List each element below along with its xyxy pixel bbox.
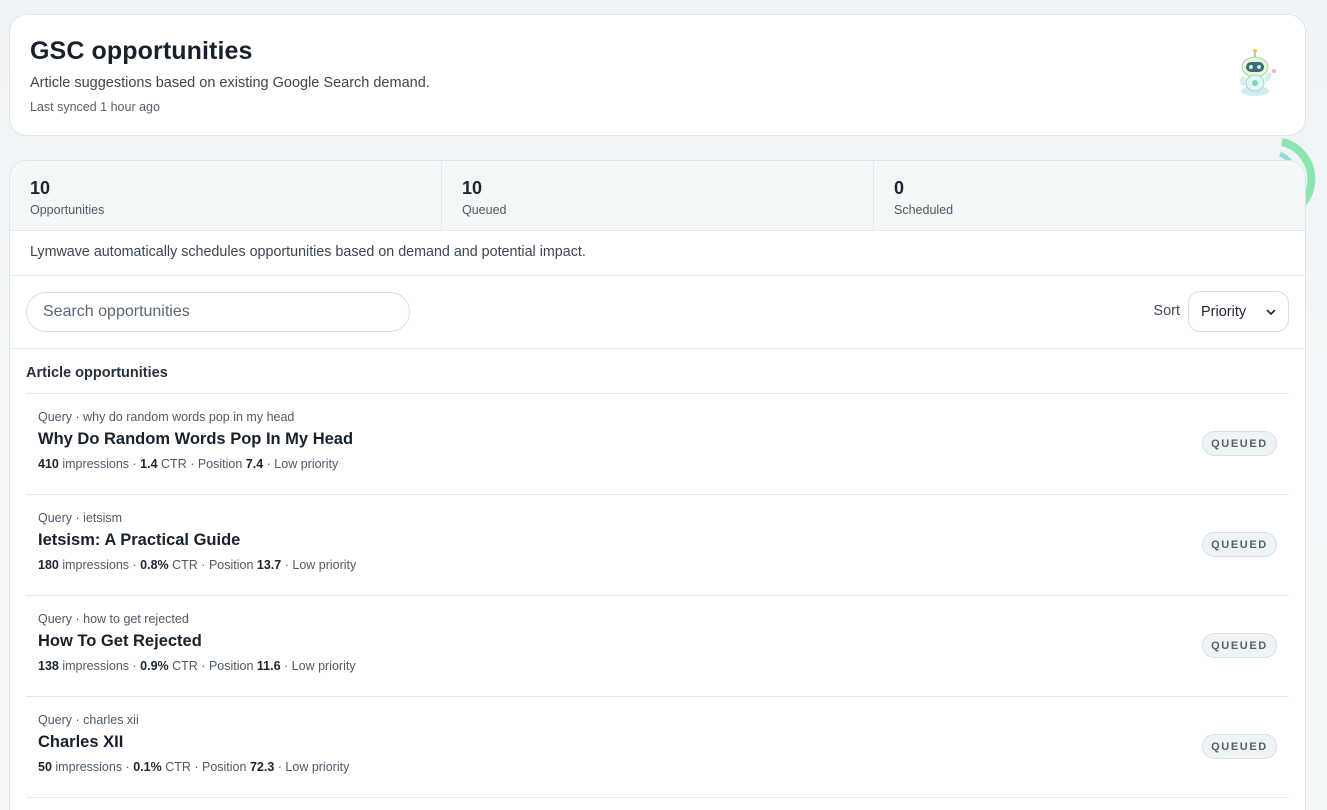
item-metrics: 180 impressions · 0.8% CTR · Position 13… [38,558,1277,572]
stat-opportunities: 10 Opportunities [10,161,442,230]
stat-value: 10 [462,178,483,198]
impressions-label: impressions · [55,760,130,774]
sort-select[interactable]: Priority [1188,291,1289,332]
stat-scheduled: 0 Scheduled [874,161,1305,230]
sort-selected-value: Priority [1201,303,1247,320]
opportunity-list: Article opportunities Query · why do ran… [10,349,1305,798]
last-synced: Last synced 1 hour ago [30,100,160,114]
item-title[interactable]: Why Do Random Words Pop In My Head [38,430,1277,449]
page-subtitle: Article suggestions based on existing Go… [30,75,430,91]
stat-queued: 10 Queued [442,161,874,230]
header-card: GSC opportunities Article suggestions ba… [9,14,1306,136]
stat-label: Queued [462,203,507,217]
robot-mascot-icon [1240,49,1277,96]
opportunities-panel: 10 Opportunities 10 Queued 0 Scheduled L… [9,160,1306,810]
impressions-value: 138 [38,659,59,673]
position-value: 11.6 [256,659,281,673]
item-title[interactable]: How To Get Rejected [38,632,1277,651]
stat-value: 0 [894,178,905,198]
status-badge: QUEUED [1202,633,1277,658]
stat-value: 10 [30,178,51,198]
ctr-label: CTR · Position [172,659,254,673]
ctr-label: CTR · Position [161,457,243,471]
status-badge: QUEUED [1202,734,1277,759]
item-query: Query · why do random words pop in my he… [38,410,295,424]
ctr-value: 0.9% [140,659,169,673]
ctr-value: 0.8% [140,558,169,572]
ctr-label: CTR · Position [172,558,254,572]
item-metrics: 410 impressions · 1.4 CTR · Position 7.4… [38,457,1277,471]
item-query: Query · charles xii [38,713,139,727]
position-value: 13.7 [256,558,282,572]
list-heading: Article opportunities [26,349,1289,394]
page-title: GSC opportunities [30,37,253,65]
ctr-label: CTR · Position [165,760,247,774]
search-input[interactable] [26,292,410,332]
impressions-value: 180 [38,558,59,572]
impressions-label: impressions · [62,457,137,471]
impressions-label: impressions · [62,558,137,572]
impressions-value: 410 [38,457,59,471]
item-query: Query · how to get rejected [38,612,189,626]
stat-label: Scheduled [894,203,954,217]
priority-label: · Low priority [277,760,350,774]
impressions-label: impressions · [62,659,137,673]
list-item[interactable]: Query · ietsism Ietsism: A Practical Gui… [26,495,1289,596]
priority-label: · Low priority [266,457,339,471]
position-value: 72.3 [249,760,275,774]
item-metrics: 50 impressions · 0.1% CTR · Position 72.… [38,760,1277,774]
toolbar: Sort Priority [10,276,1305,349]
position-value: 7.4 [245,457,264,471]
status-badge: QUEUED [1202,532,1277,557]
priority-label: · Low priority [284,659,356,673]
impressions-value: 50 [38,760,52,774]
list-item[interactable]: Query · how to get rejected How To Get R… [26,596,1289,697]
info-banner: Lymwave automatically schedules opportun… [10,231,1305,276]
stat-label: Opportunities [30,203,105,217]
item-title[interactable]: Charles XII [38,733,1277,752]
list-item[interactable]: Query · why do random words pop in my he… [26,394,1289,495]
list-item[interactable]: Query · charles xii Charles XII 50 impre… [26,697,1289,798]
priority-label: · Low priority [284,558,357,572]
item-metrics: 138 impressions · 0.9% CTR · Position 11… [38,659,1277,673]
status-badge: QUEUED [1202,431,1277,456]
page: GSC opportunities Article suggestions ba… [0,0,1327,810]
ctr-value: 1.4 [140,457,158,471]
item-query: Query · ietsism [38,511,123,525]
sort-label: Sort [1153,303,1180,319]
chevron-down-icon [1266,309,1276,315]
ctr-value: 0.1% [133,760,162,774]
stats-bar: 10 Opportunities 10 Queued 0 Scheduled [10,161,1305,231]
item-title[interactable]: Ietsism: A Practical Guide [38,531,1277,550]
